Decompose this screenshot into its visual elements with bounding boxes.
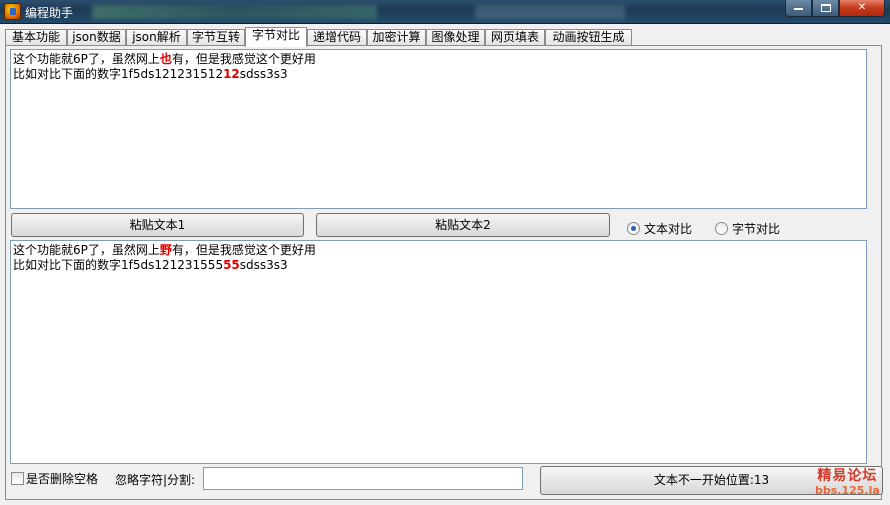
watermark-name: 精易论坛 — [817, 468, 878, 484]
tab-byte-compare[interactable]: 字节对比 — [245, 27, 307, 47]
text-area-2[interactable]: 这个功能就6P了，虽然网上野有，但是我感觉这个更好用 比如对比下面的数字1f5d… — [10, 240, 867, 464]
diff-highlight: 55 — [223, 258, 240, 272]
tab-increment-code[interactable]: 递增代码 — [307, 29, 367, 46]
tab-web-form[interactable]: 网页填表 — [485, 29, 545, 46]
remove-spaces-label: 是否删除空格 — [26, 472, 99, 486]
app-icon — [4, 3, 21, 20]
ignore-chars-label: 忽略字符|分割: — [115, 473, 196, 487]
paste-text-1-button[interactable]: 粘贴文本1 — [11, 213, 304, 237]
title-bar: 编程助手 ✕ — [0, 0, 890, 24]
radio-unselected-icon — [715, 221, 728, 235]
text1-line-1: 这个功能就6P了，虽然网上也有，但是我感觉这个更好用 — [13, 52, 316, 66]
radio-text-compare-label: 文本对比 — [644, 221, 693, 236]
remove-spaces-checkbox[interactable]: 是否删除空格 — [11, 470, 98, 487]
close-icon: ✕ — [857, 2, 867, 13]
diff-highlight: 也 — [159, 52, 172, 66]
radio-selected-icon — [627, 221, 640, 235]
minimize-button[interactable] — [785, 0, 812, 17]
radio-text-compare[interactable]: 文本对比 — [627, 221, 693, 236]
tab-animation-button[interactable]: 动画按钮生成 — [545, 29, 632, 46]
radio-byte-compare-label: 字节对比 — [732, 221, 781, 236]
ignore-chars-input[interactable] — [203, 467, 523, 490]
maximize-button[interactable] — [812, 0, 839, 17]
forum-watermark: 精易论坛 bbs.125.la — [815, 465, 880, 497]
text1-line-2: 比如对比下面的数字1f5ds12123151212sdss3s3 — [13, 67, 288, 81]
radio-byte-compare[interactable]: 字节对比 — [715, 221, 781, 236]
tab-image[interactable]: 图像处理 — [426, 29, 485, 46]
maximize-icon — [820, 4, 831, 12]
close-button[interactable]: ✕ — [839, 0, 885, 17]
checkbox-box[interactable] — [11, 472, 24, 485]
window-title: 编程助手 — [25, 6, 74, 20]
text2-line-2: 比如对比下面的数字1f5ds12123155555sdss3s3 — [13, 258, 288, 272]
tab-json-data[interactable]: json数据 — [67, 29, 126, 46]
diff-highlight: 野 — [159, 243, 172, 257]
title-blur-region — [92, 5, 377, 19]
tab-byte-convert[interactable]: 字节互转 — [187, 29, 245, 46]
tab-basic[interactable]: 基本功能 — [5, 29, 67, 46]
paste-text-2-button[interactable]: 粘贴文本2 — [316, 213, 610, 237]
text-area-1[interactable]: 这个功能就6P了，虽然网上也有，但是我感觉这个更好用 比如对比下面的数字1f5d… — [10, 49, 867, 209]
diff-highlight: 12 — [223, 67, 240, 81]
text2-line-1: 这个功能就6P了，虽然网上野有，但是我感觉这个更好用 — [13, 243, 316, 257]
watermark-url: bbs.125.la — [815, 484, 880, 497]
tab-encrypt[interactable]: 加密计算 — [367, 29, 426, 46]
tab-json-parse[interactable]: json解析 — [126, 29, 187, 46]
title-blur-region-2 — [475, 5, 625, 19]
minimize-icon — [794, 8, 803, 10]
